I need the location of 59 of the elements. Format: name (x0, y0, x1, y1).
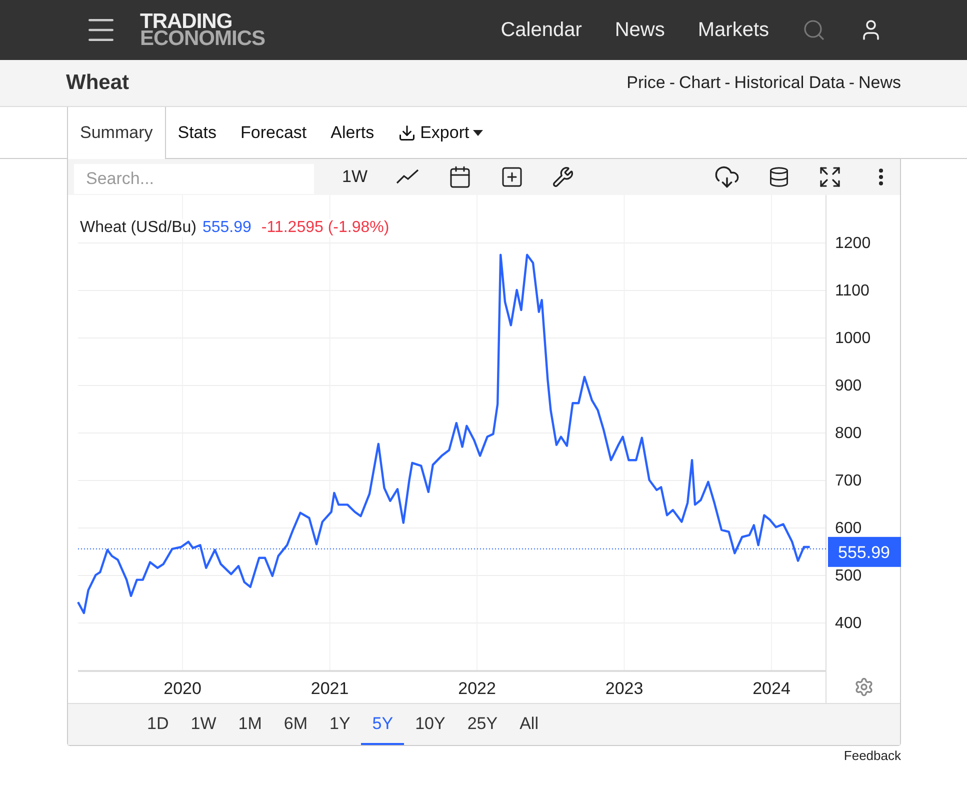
range-tab[interactable]: 6M (272, 704, 318, 745)
price-change: -11.2595 (-1.98%) (261, 219, 390, 237)
range-tab[interactable]: 1D (136, 704, 180, 745)
axis-label: 2022 (458, 679, 496, 698)
range-tab[interactable]: 1M (227, 704, 273, 745)
wrench-icon[interactable] (552, 166, 574, 188)
section-link[interactable]: Historical Data (734, 73, 845, 93)
section-link[interactable]: Chart (679, 73, 721, 93)
range-tab[interactable]: 5Y (361, 704, 404, 745)
section-link[interactable]: Price (626, 73, 666, 93)
tab[interactable]: Stats (166, 107, 228, 158)
axis-label: 800 (835, 425, 862, 442)
interval-button[interactable]: 1W (342, 167, 368, 187)
nav-link[interactable]: News (614, 18, 665, 42)
range-tab[interactable]: 1W (180, 704, 228, 745)
range-tab[interactable]: 10Y (404, 704, 456, 745)
tab[interactable]: Summary (67, 107, 166, 159)
range-tab[interactable]: 25Y (456, 704, 509, 745)
logo-text: TRADING (140, 13, 232, 30)
range-tab[interactable]: 1Y (318, 704, 362, 745)
axis-label: 1200 (835, 234, 871, 252)
separator: - (669, 73, 676, 93)
axis-label: 400 (835, 615, 862, 632)
search-icon[interactable] (802, 18, 826, 42)
add-icon[interactable] (500, 165, 524, 189)
logo-text: ECONOMICS (140, 30, 266, 47)
export-menu[interactable]: Export (386, 107, 496, 158)
axis-label: 1100 (835, 282, 870, 300)
ref-line-label: 555.99 (838, 542, 890, 562)
axis-label: 600 (835, 520, 862, 537)
series-name: Wheat (USd/Bu) (80, 219, 196, 237)
calendar-icon[interactable] (448, 165, 472, 189)
tab[interactable]: Forecast (228, 107, 319, 158)
tab[interactable]: Alerts (318, 107, 386, 158)
page-title: Wheat (66, 71, 129, 95)
axis-label: 1000 (835, 330, 871, 347)
axis-label: 2021 (310, 679, 349, 698)
settings-icon[interactable] (854, 677, 874, 697)
axis-label: 2024 (752, 679, 790, 698)
cloud-download-icon[interactable] (714, 164, 740, 190)
caret-icon (473, 130, 484, 136)
separator: - (724, 73, 730, 93)
database-icon[interactable] (768, 166, 790, 188)
axis-label: 2023 (605, 679, 644, 698)
nav-link[interactable]: Markets (698, 18, 769, 42)
feedback-link[interactable]: Feedback (844, 748, 901, 763)
axis-label: 900 (835, 378, 862, 394)
last-price-label: 555.99 (828, 536, 901, 567)
search-field[interactable]: Search... (74, 164, 314, 194)
separator: - (848, 73, 854, 93)
axis-label: 700 (835, 472, 862, 490)
fullscreen-icon[interactable] (818, 165, 842, 189)
download-icon (398, 124, 416, 142)
nav-link[interactable]: Calendar (500, 18, 582, 42)
range-tab[interactable]: All (508, 704, 550, 745)
section-link[interactable]: News (858, 73, 901, 93)
axis-label: 2020 (164, 679, 202, 698)
price-value: 555.99 (202, 219, 252, 237)
axis-label: 500 (835, 568, 862, 585)
